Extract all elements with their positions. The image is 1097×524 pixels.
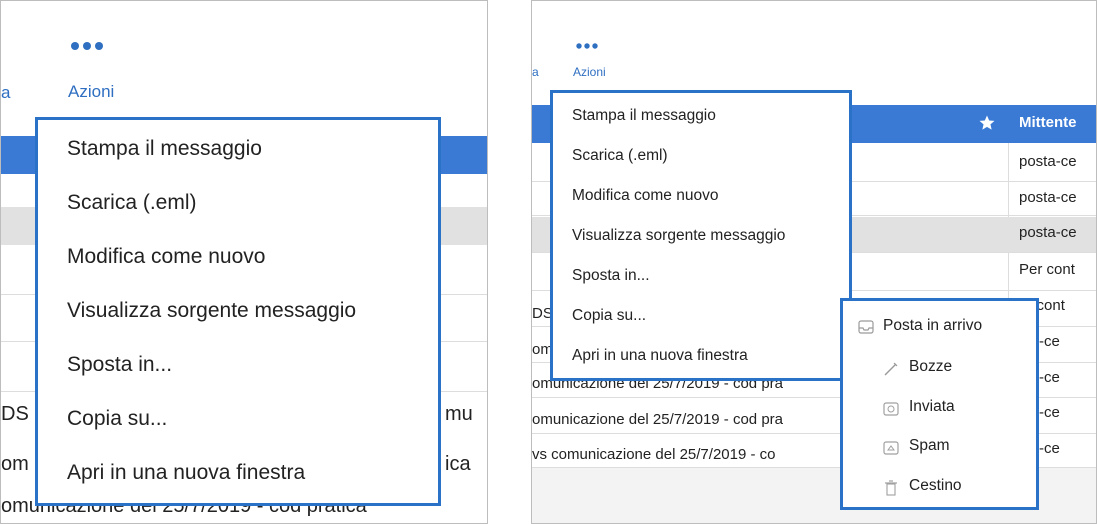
toolbar-prev-label-fragment[interactable]: a [532, 65, 539, 79]
menu-item-open-new-window[interactable]: Apri in una nuova finestra [572, 347, 849, 365]
row-subject-fragment: om [1, 453, 29, 475]
menu-item-move-to[interactable]: Sposta in... [67, 353, 438, 377]
row-subject-fragment: ica [445, 453, 471, 475]
star-icon [979, 115, 995, 130]
more-dots-icon [71, 42, 103, 50]
folder-label: Cestino [909, 477, 962, 494]
menu-item-view-source[interactable]: Visualizza sorgente messaggio [572, 227, 849, 245]
menu-item-move-to[interactable]: Sposta in... [572, 267, 849, 285]
folder-item-spam[interactable]: Spam [843, 437, 1036, 459]
actions-menu: Stampa il messaggio Scarica (.eml) Modif… [550, 90, 852, 381]
more-dots-icon [576, 43, 598, 49]
row-subject-fragment: DS [1, 403, 29, 425]
menu-item-edit-as-new[interactable]: Modifica come nuovo [67, 245, 438, 269]
menu-item-copy-to[interactable]: Copia su... [67, 407, 438, 431]
sender-cell: posta-ce [1019, 153, 1077, 170]
actions-menu: Stampa il messaggio Scarica (.eml) Modif… [35, 117, 441, 506]
folder-label: Inviata [909, 398, 955, 415]
spam-icon [883, 441, 899, 455]
row-subject: vs comunicazione del 25/7/2019 - co [532, 446, 776, 463]
folder-item-sent[interactable]: Inviata [843, 398, 1036, 420]
menu-item-download-eml[interactable]: Scarica (.eml) [572, 147, 849, 165]
mail-view: a Azioni Mittente posta-ce posta-ce post… [531, 0, 1097, 524]
actions-button[interactable] [575, 37, 599, 55]
actions-label[interactable]: Azioni [573, 65, 606, 79]
pencil-icon [883, 362, 899, 376]
row-subject: omunicazione del 25/7/2019 - cod pra [532, 411, 784, 428]
actions-label[interactable]: Azioni [68, 82, 114, 102]
star-column-header[interactable] [978, 114, 996, 137]
folder-item-inbox[interactable]: Posta in arrivo [843, 317, 1036, 339]
toolbar-prev-label-fragment[interactable]: a [1, 83, 10, 103]
zoomed-mail-view: a Azioni DS mu om ica omunicazione del 2… [0, 0, 488, 524]
sender-cell: posta-ce [1019, 189, 1077, 206]
folder-label: Bozze [909, 358, 953, 375]
copy-to-folder-submenu: Posta in arrivo Bozze Inviata Spam Cesti… [840, 298, 1039, 510]
menu-item-download-eml[interactable]: Scarica (.eml) [67, 191, 438, 215]
menu-item-copy-to[interactable]: Copia su... [572, 307, 849, 325]
folder-item-drafts[interactable]: Bozze [843, 358, 1036, 380]
folder-item-trash[interactable]: Cestino [843, 477, 1036, 499]
actions-button[interactable] [68, 39, 118, 58]
sender-cell: posta-ce [1019, 224, 1077, 241]
menu-item-print[interactable]: Stampa il messaggio [572, 107, 849, 125]
row-subject-fragment: mu [445, 403, 473, 425]
folder-label: Posta in arrivo [883, 317, 983, 334]
menu-item-open-new-window[interactable]: Apri in una nuova finestra [67, 461, 438, 485]
trash-icon [884, 480, 900, 496]
menu-item-print[interactable]: Stampa il messaggio [67, 137, 438, 161]
inbox-icon [858, 320, 874, 334]
sender-cell: Per cont [1019, 261, 1075, 278]
folder-label: Spam [909, 437, 950, 454]
menu-item-view-source[interactable]: Visualizza sorgente messaggio [67, 299, 438, 323]
menu-item-edit-as-new[interactable]: Modifica come nuovo [572, 187, 849, 205]
sender-column-header[interactable]: Mittente [1019, 114, 1077, 131]
sent-icon [883, 402, 899, 416]
